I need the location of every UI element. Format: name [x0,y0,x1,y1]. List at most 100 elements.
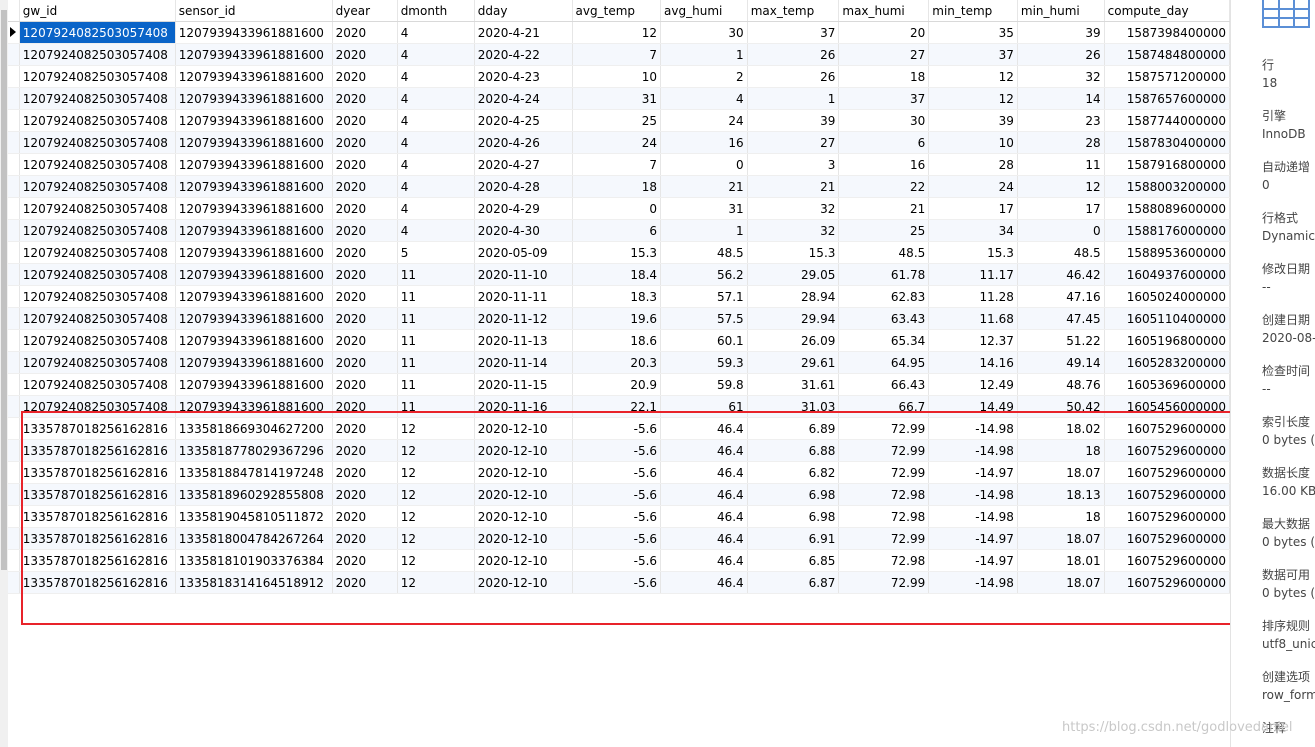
cell-avg-humi[interactable]: 1 [660,43,748,66]
cell-avg-humi[interactable]: 46.4 [660,527,748,550]
cell-sensor-id[interactable]: 1207939433961881600 [175,21,333,44]
cell-max-humi[interactable]: 61.78 [838,263,930,286]
cell-avg-temp[interactable]: 18.4 [572,263,662,286]
cell-min-humi[interactable]: 18.01 [1017,549,1105,572]
cell-dday[interactable]: 2020-11-12 [474,307,573,330]
vertical-scrollbar[interactable] [0,0,8,747]
cell-dday[interactable]: 2020-4-30 [474,219,573,242]
row-indicator[interactable] [8,109,20,132]
cell-gw-id[interactable]: 1207924082503057408 [19,329,176,352]
cell-sensor-id[interactable]: 1207939433961881600 [175,175,333,198]
cell-max-humi[interactable]: 63.43 [838,307,930,330]
column-header-sensor-id[interactable]: sensor_id [175,0,333,22]
cell-max-temp[interactable]: 6.89 [747,417,840,440]
cell-dyear[interactable]: 2020 [332,175,398,198]
cell-max-humi[interactable]: 66.43 [838,373,930,396]
table-row[interactable]: 1207924082503057408 1207939433961881600 20… [8,197,1230,220]
cell-avg-humi[interactable]: 31 [660,197,748,220]
cell-sensor-id[interactable]: 1207939433961881600 [175,263,333,286]
cell-dday[interactable]: 2020-11-14 [474,351,573,374]
cell-compute-day[interactable]: 1587484800000 [1104,43,1230,66]
cell-min-temp[interactable]: 12 [928,87,1018,110]
cell-avg-humi[interactable]: 46.4 [660,549,748,572]
cell-avg-temp[interactable]: 18.3 [572,285,662,308]
cell-min-humi[interactable]: 18.07 [1017,461,1105,484]
cell-max-humi[interactable]: 72.99 [838,461,930,484]
cell-avg-temp[interactable]: 31 [572,87,662,110]
cell-sensor-id[interactable]: 1207939433961881600 [175,351,333,374]
cell-dmonth[interactable]: 12 [397,527,475,550]
column-header-min-temp[interactable]: min_temp [928,0,1018,22]
cell-avg-humi[interactable]: 46.4 [660,571,748,594]
cell-compute-day[interactable]: 1607529600000 [1104,417,1230,440]
cell-avg-temp[interactable]: 20.9 [572,373,662,396]
cell-dyear[interactable]: 2020 [332,307,398,330]
cell-max-temp[interactable]: 26 [747,43,840,66]
cell-min-humi[interactable]: 0 [1017,219,1105,242]
cell-avg-temp[interactable]: 25 [572,109,662,132]
cell-min-humi[interactable]: 18.02 [1017,417,1105,440]
cell-dyear[interactable]: 2020 [332,153,398,176]
column-header-compute-day[interactable]: compute_day [1104,0,1230,22]
row-indicator[interactable] [8,21,20,44]
cell-avg-humi[interactable]: 59.8 [660,373,748,396]
cell-min-humi[interactable]: 18.13 [1017,483,1105,506]
cell-dmonth[interactable]: 4 [397,109,475,132]
cell-max-humi[interactable]: 72.99 [838,439,930,462]
cell-min-temp[interactable]: -14.98 [928,483,1018,506]
cell-avg-temp[interactable]: -5.6 [572,439,662,462]
cell-avg-humi[interactable]: 1 [660,219,748,242]
table-row[interactable]: 1207924082503057408 1207939433961881600 20… [8,175,1230,198]
cell-max-humi[interactable]: 16 [838,153,930,176]
cell-min-humi[interactable]: 18 [1017,505,1105,528]
row-indicator[interactable] [8,373,20,396]
cell-min-temp[interactable]: 12.37 [928,329,1018,352]
table-row[interactable]: 1207924082503057408 1207939433961881600 20… [8,219,1230,242]
cell-sensor-id[interactable]: 1207939433961881600 [175,131,333,154]
cell-sensor-id[interactable]: 1207939433961881600 [175,285,333,308]
cell-dyear[interactable]: 2020 [332,417,398,440]
cell-min-humi[interactable]: 47.45 [1017,307,1105,330]
cell-sensor-id[interactable]: 1207939433961881600 [175,395,333,418]
cell-max-humi[interactable]: 64.95 [838,351,930,374]
cell-max-humi[interactable]: 48.5 [838,241,930,264]
cell-avg-humi[interactable]: 61 [660,395,748,418]
column-header-min-humi[interactable]: min_humi [1017,0,1105,22]
cell-avg-temp[interactable]: -5.6 [572,483,662,506]
cell-gw-id[interactable]: 1207924082503057408 [19,263,176,286]
cell-min-humi[interactable]: 17 [1017,197,1105,220]
cell-max-humi[interactable]: 21 [838,197,930,220]
cell-max-humi[interactable]: 18 [838,65,930,88]
table-row[interactable]: 1207924082503057408 1207939433961881600 20… [8,241,1230,264]
row-indicator[interactable] [8,461,20,484]
cell-sensor-id[interactable]: 1207939433961881600 [175,109,333,132]
cell-sensor-id[interactable]: 1207939433961881600 [175,373,333,396]
cell-avg-temp[interactable]: 19.6 [572,307,662,330]
cell-min-temp[interactable]: 35 [928,21,1018,44]
cell-min-humi[interactable]: 32 [1017,65,1105,88]
row-indicator[interactable] [8,571,20,594]
cell-min-humi[interactable]: 50.42 [1017,395,1105,418]
cell-avg-temp[interactable]: 12 [572,21,662,44]
cell-sensor-id[interactable]: 1207939433961881600 [175,241,333,264]
cell-dday[interactable]: 2020-4-21 [474,21,573,44]
row-indicator[interactable] [8,241,20,264]
table-row[interactable]: 1207924082503057408 1207939433961881600 20… [8,307,1230,330]
cell-avg-temp[interactable]: 7 [572,43,662,66]
cell-dyear[interactable]: 2020 [332,549,398,572]
cell-compute-day[interactable]: 1607529600000 [1104,527,1230,550]
cell-max-humi[interactable]: 72.99 [838,417,930,440]
cell-avg-temp[interactable]: -5.6 [572,505,662,528]
cell-compute-day[interactable]: 1607529600000 [1104,483,1230,506]
cell-compute-day[interactable]: 1588953600000 [1104,241,1230,264]
cell-dyear[interactable]: 2020 [332,395,398,418]
cell-dday[interactable]: 2020-12-10 [474,549,573,572]
cell-compute-day[interactable]: 1588176000000 [1104,219,1230,242]
cell-compute-day[interactable]: 1587830400000 [1104,131,1230,154]
cell-max-temp[interactable]: 1 [747,87,840,110]
cell-dday[interactable]: 2020-4-26 [474,131,573,154]
cell-min-humi[interactable]: 51.22 [1017,329,1105,352]
row-indicator[interactable] [8,439,20,462]
cell-min-humi[interactable]: 48.76 [1017,373,1105,396]
row-indicator[interactable] [8,87,20,110]
